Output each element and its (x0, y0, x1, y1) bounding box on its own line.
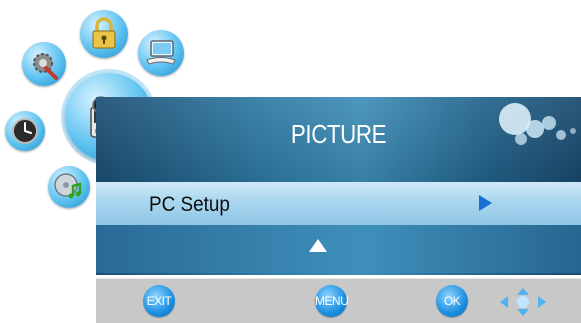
menu-panel: PICTURE PC Setup (96, 97, 581, 275)
menu-button[interactable]: MENU (315, 285, 349, 317)
music-cd-icon[interactable] (48, 166, 90, 208)
arrow-right-icon (479, 195, 492, 211)
bubbles-decoration (499, 103, 576, 145)
dpad-icon (500, 288, 546, 316)
exit-button[interactable]: EXIT (143, 285, 175, 317)
clock-icon[interactable] (5, 111, 45, 151)
monitor-icon[interactable] (138, 30, 184, 76)
ok-button[interactable]: OK (436, 285, 468, 317)
settings-icon[interactable] (22, 42, 66, 86)
menu-item-pc-setup[interactable]: PC Setup (96, 182, 581, 225)
menu-item-label: PC Setup (149, 193, 230, 216)
menu-title: PICTURE (290, 119, 387, 149)
footer-bar: EXIT MENU OK (96, 278, 581, 323)
lock-icon[interactable] (80, 10, 128, 58)
scroll-row (96, 225, 581, 273)
arrow-up-icon[interactable] (309, 239, 327, 252)
